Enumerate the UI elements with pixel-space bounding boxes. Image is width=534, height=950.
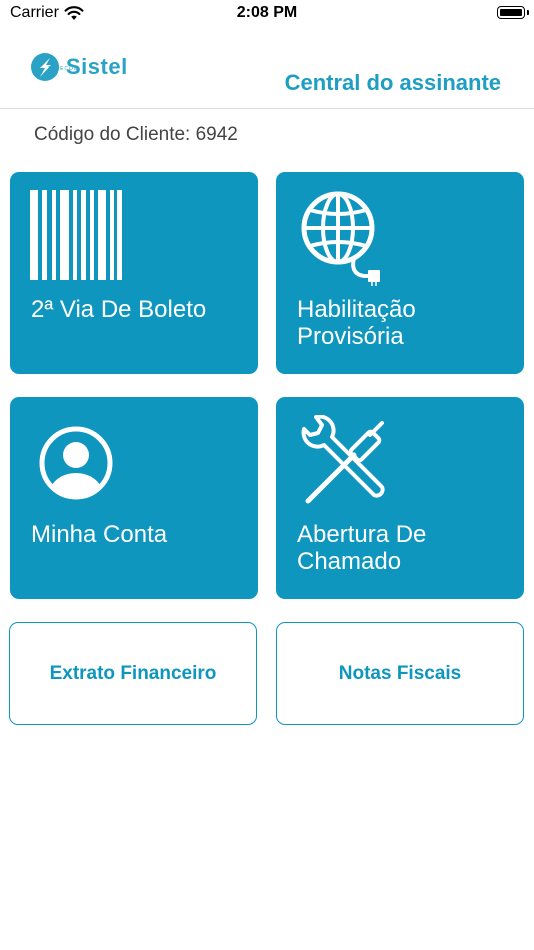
status-bar: Carrier 2:08 PM — [0, 0, 534, 28]
tile-boleto-label: 2ª Via De Boleto — [31, 296, 207, 323]
globe-icon — [300, 190, 384, 291]
tile-habilitacao[interactable]: Habilitação Provisória — [276, 172, 524, 374]
barcode-icon — [30, 190, 122, 285]
tile-abertura-chamado[interactable]: Abertura De Chamado — [276, 397, 524, 599]
tile-minha-conta-label: Minha Conta — [31, 521, 168, 548]
extrato-financeiro-label: Extrato Financeiro — [49, 662, 217, 684]
logo-tagline: TELECOM — [48, 66, 80, 72]
app-header: Sistel TELECOM Central do assinante — [0, 36, 534, 109]
clock: 2:08 PM — [236, 4, 298, 21]
notas-fiscais-label: Notas Fiscais — [338, 662, 462, 684]
client-code: Código do Cliente: 6942 — [34, 124, 238, 145]
user-icon — [38, 425, 114, 506]
tile-minha-conta[interactable]: Minha Conta — [10, 397, 258, 599]
tile-boleto[interactable]: 2ª Via De Boleto — [10, 172, 258, 374]
tile-habilitacao-label: Habilitação Provisória — [297, 296, 416, 350]
notas-fiscais-button[interactable]: Notas Fiscais — [276, 622, 524, 725]
page-title: Central do assinante — [284, 70, 501, 95]
extrato-financeiro-button[interactable]: Extrato Financeiro — [9, 622, 257, 725]
tile-abertura-chamado-label: Abertura De Chamado — [297, 521, 427, 575]
battery-icon — [497, 6, 529, 19]
tools-icon — [296, 414, 390, 514]
